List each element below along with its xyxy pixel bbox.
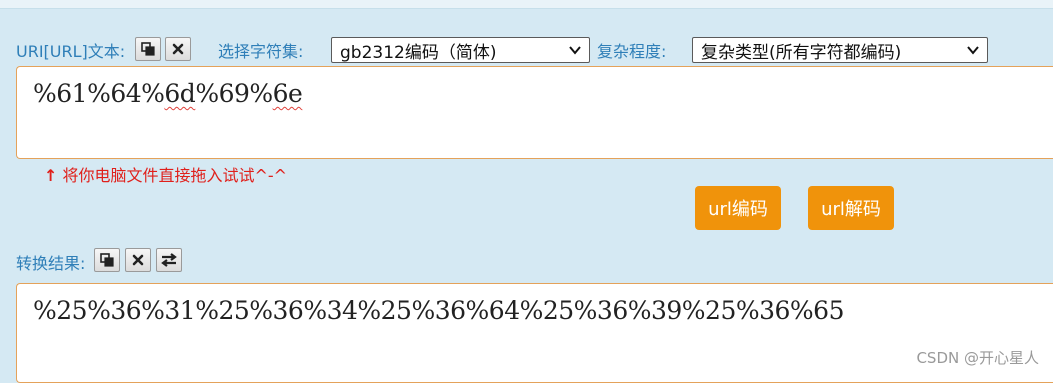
copy-result-button[interactable] <box>94 248 120 272</box>
result-textarea[interactable]: %25%36%31%25%36%34%25%36%64%25%36%39%25%… <box>16 283 1053 383</box>
up-arrow-icon: ↑ <box>44 166 58 185</box>
close-icon <box>172 43 184 55</box>
drag-hint: ↑ 将你电脑文件直接拖入试试^-^ <box>44 162 287 186</box>
charset-label: 选择字符集: <box>218 42 304 61</box>
complexity-value: 复杂类型(所有字符都编码) <box>701 42 902 63</box>
swap-button[interactable] <box>156 248 182 272</box>
input-textarea[interactable]: %61%64%6d%69%6e <box>16 66 1053 159</box>
chevron-down-icon <box>967 46 979 55</box>
copy-input-button[interactable] <box>135 37 161 61</box>
url-encode-button[interactable]: url编码 <box>695 186 781 230</box>
copy-icon <box>141 42 155 56</box>
charset-select[interactable]: gb2312编码（简体) <box>331 37 590 63</box>
watermark: CSDN @开心星人 <box>916 349 1039 367</box>
result-text: %25%36%31%25%36%34%25%36%64%25%36%39%25%… <box>33 296 845 325</box>
complexity-label: 复杂程度: <box>597 42 667 61</box>
swap-icon <box>161 253 177 267</box>
clear-input-button[interactable] <box>165 37 191 61</box>
url-decode-button[interactable]: url解码 <box>808 186 894 230</box>
input-text: %61%64%6d%69%6e <box>33 79 303 108</box>
close-icon <box>132 254 144 266</box>
copy-icon <box>100 253 114 267</box>
charset-value: gb2312编码（简体) <box>340 42 497 63</box>
chevron-down-icon <box>569 46 581 55</box>
result-label: 转换结果: <box>16 254 86 273</box>
drag-hint-text: 将你电脑文件直接拖入试试^-^ <box>62 166 288 185</box>
complexity-select[interactable]: 复杂类型(所有字符都编码) <box>692 37 988 63</box>
top-border <box>0 0 1053 9</box>
clear-result-button[interactable] <box>125 248 151 272</box>
uri-label: URI[URL]文本: <box>16 42 126 61</box>
